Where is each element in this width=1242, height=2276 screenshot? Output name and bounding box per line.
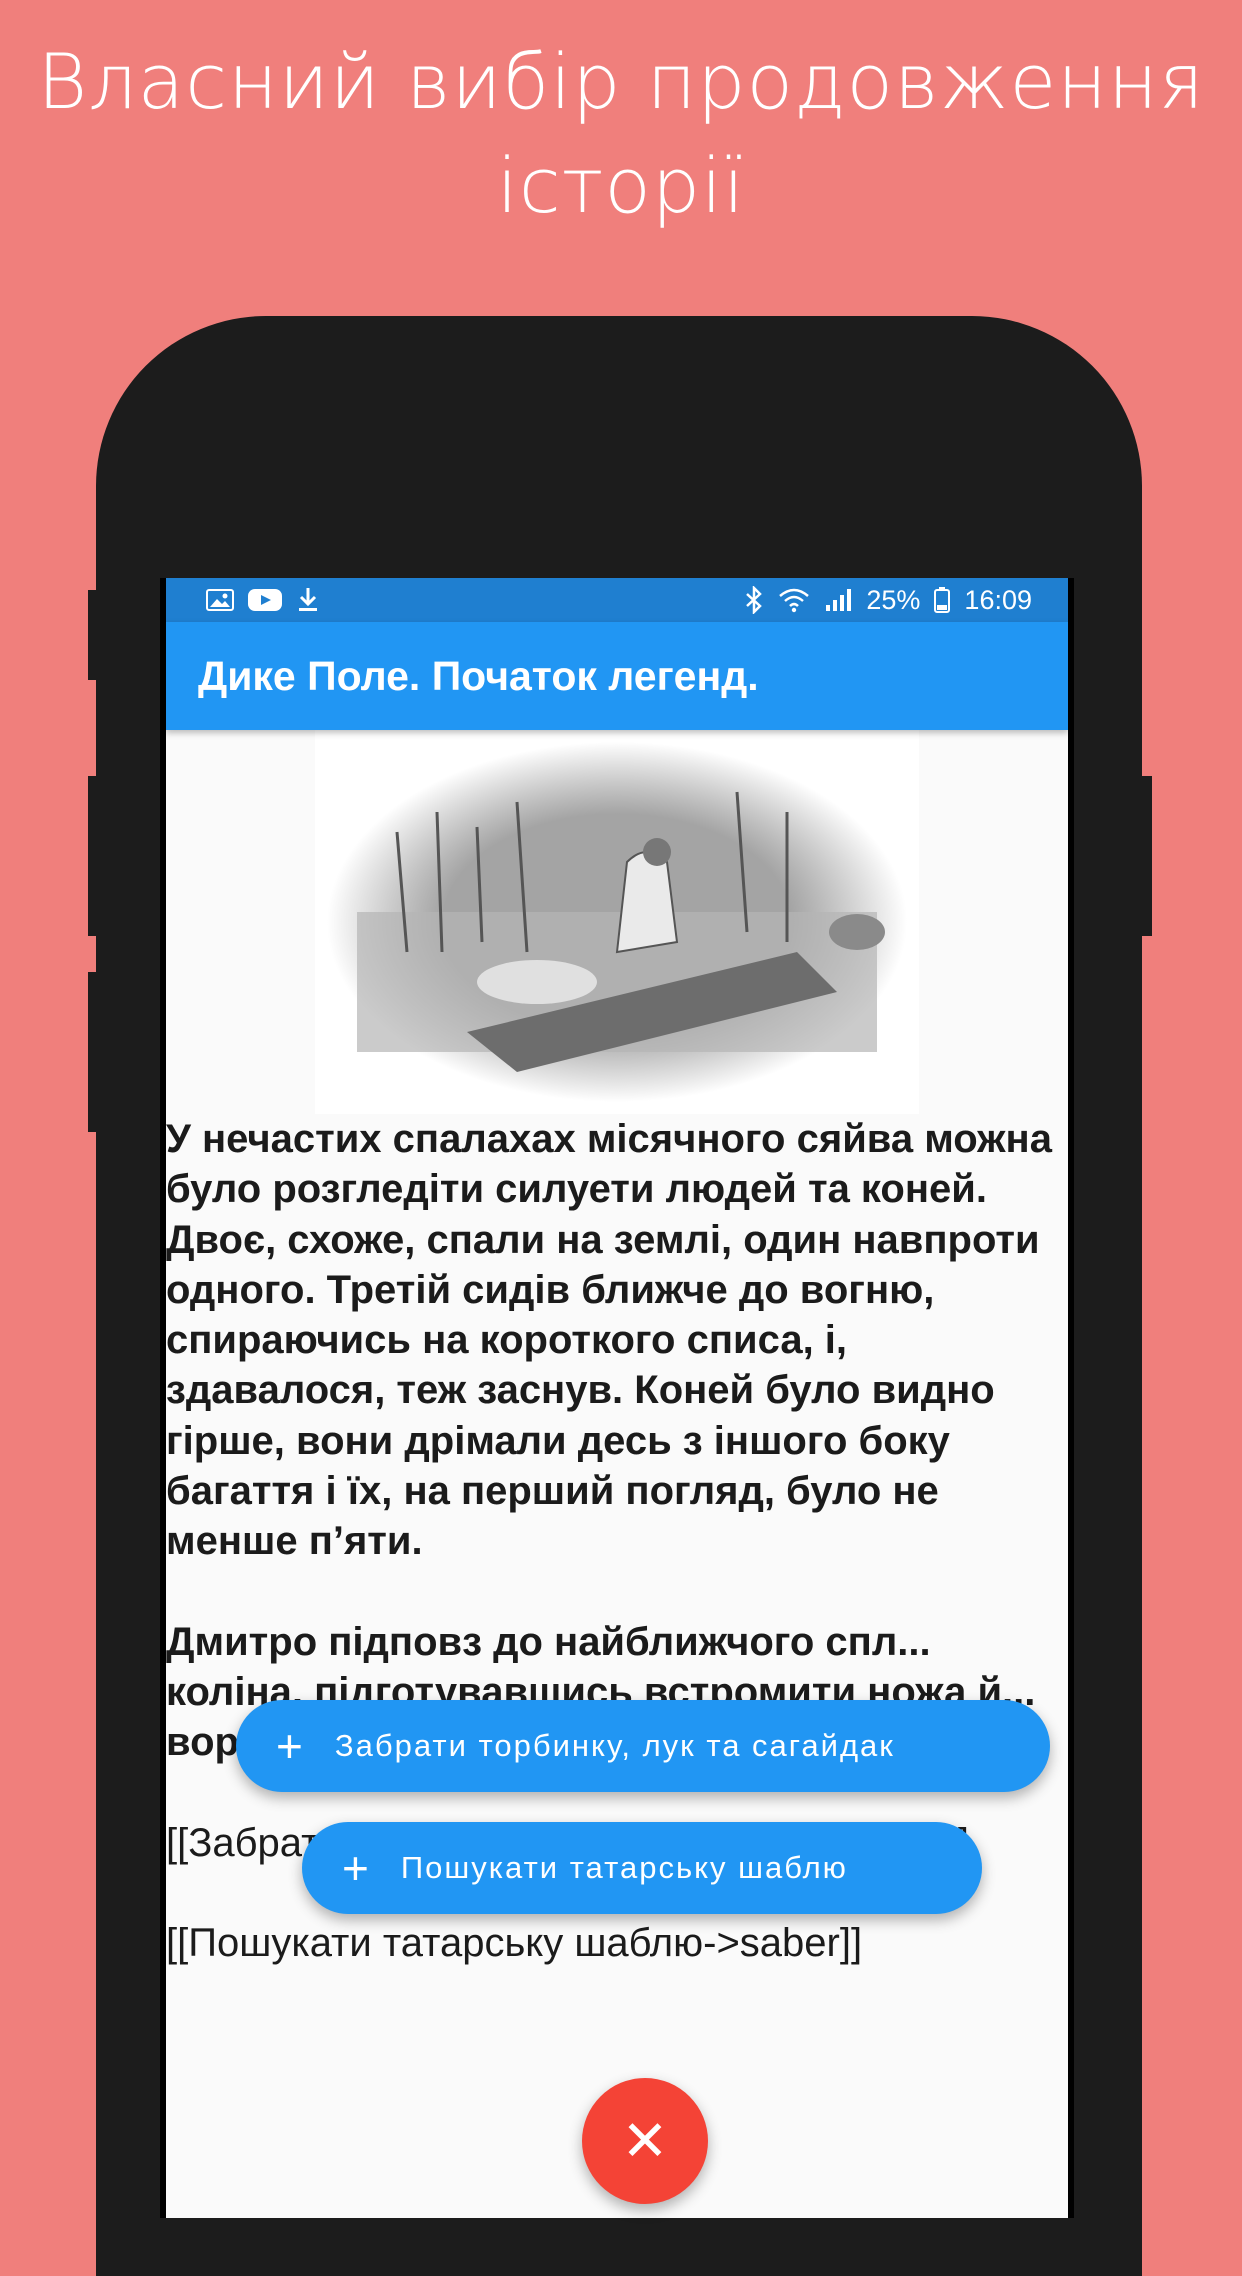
- phone-power-button: [1138, 776, 1152, 936]
- phone-side-button: [88, 590, 100, 680]
- download-icon: [296, 586, 320, 614]
- choice-button-steal[interactable]: + Забрати торбинку, лук та сагайдак: [236, 1700, 1050, 1792]
- image-icon: [206, 589, 234, 611]
- battery-percent: 25%: [866, 584, 921, 615]
- bluetooth-icon: [744, 586, 764, 614]
- choice-label: Пошукати татарську шаблю: [400, 1850, 848, 1885]
- promo-headline-line1: Власний вибір продовження: [37, 37, 1205, 126]
- youtube-icon: [248, 588, 282, 612]
- phone-screen: 25% 16:09 Дике Поле. Початок легенд. У н…: [160, 578, 1074, 2218]
- choice-label: Забрати торбинку, лук та сагайдак: [334, 1728, 895, 1763]
- signal-icon: [824, 587, 852, 613]
- story-link-saber: [[Пошукати татарську шаблю->saber]]: [166, 1920, 863, 1965]
- promo-headline: Власний вибір продовження історії: [0, 30, 1242, 238]
- promo-headline-line2: історії: [496, 141, 746, 230]
- phone-side-button: [88, 776, 100, 936]
- choice-button-saber[interactable]: + Пошукати татарську шаблю: [302, 1822, 982, 1914]
- plus-icon: +: [276, 1720, 305, 1772]
- close-fab[interactable]: ✕: [582, 2078, 708, 2204]
- wifi-icon: [778, 587, 810, 613]
- app-title: Дике Поле. Початок легенд.: [198, 652, 759, 699]
- battery-icon: [934, 587, 951, 613]
- phone-side-button: [88, 972, 100, 1132]
- close-icon: ✕: [621, 2109, 669, 2172]
- story-illustration: [315, 730, 919, 1114]
- story-paragraph: У нечастих спалахах місячного сяйва можн…: [166, 1117, 1052, 1564]
- plus-icon: +: [342, 1842, 371, 1894]
- status-bar: 25% 16:09: [166, 578, 1068, 622]
- status-time: 16:09: [964, 584, 1032, 615]
- app-bar: Дике Поле. Початок легенд.: [166, 622, 1068, 730]
